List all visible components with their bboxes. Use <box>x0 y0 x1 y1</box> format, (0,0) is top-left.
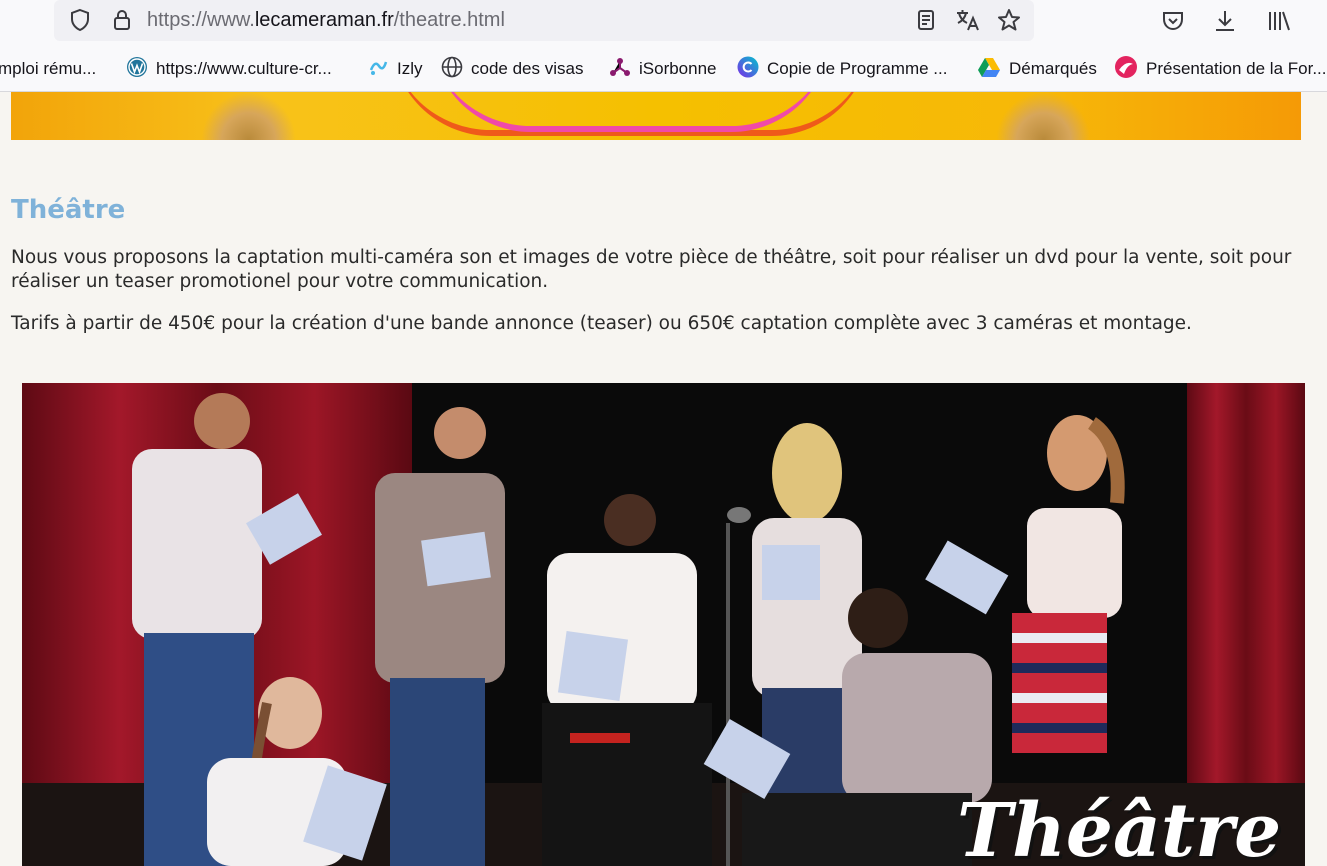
browser-toolbar: https://www.lecameraman.fr/theatre.html <box>0 0 1327 44</box>
download-icon[interactable] <box>1212 8 1238 38</box>
bookmark-label: Présentation de la For... <box>1146 59 1327 78</box>
bookmark-label: mploi rému... <box>0 59 97 78</box>
bookmark-label: Démarqués <box>1009 59 1097 78</box>
lamp-decoration <box>201 92 296 140</box>
theatre-photo: Théâtre <box>22 383 1305 866</box>
bookmark-label: iSorbonne <box>639 59 717 78</box>
bookmark-item[interactable]: code des visas <box>441 56 584 83</box>
bookmark-label: code des visas <box>471 59 584 78</box>
bookmark-label: Izly <box>397 59 423 78</box>
page-title: Théâtre <box>11 195 126 225</box>
bookmark-item[interactable]: Présentation de la For... <box>1114 55 1327 84</box>
globe-icon <box>441 56 463 83</box>
library-icon[interactable] <box>1266 8 1292 38</box>
bookmarks-bar: mploi rému... https://www.culture-cr... … <box>0 44 1327 92</box>
bookmark-label: https://www.culture-cr... <box>156 59 332 78</box>
pink-logo-icon <box>1114 55 1138 84</box>
pocket-icon[interactable] <box>1160 8 1186 38</box>
address-bar[interactable]: https://www.lecameraman.fr/theatre.html <box>54 0 1034 41</box>
bookmark-label: Copie de Programme ... <box>767 59 948 78</box>
url-domain: lecameraman.fr <box>254 9 394 31</box>
shield-icon[interactable] <box>68 8 92 36</box>
izly-icon <box>367 56 389 83</box>
bookmark-item[interactable]: https://www.culture-cr... <box>126 56 332 83</box>
canva-icon <box>737 56 759 83</box>
bookmark-item[interactable]: mploi rému... <box>0 57 96 81</box>
photo-title-text: Théâtre <box>957 788 1282 866</box>
wordpress-icon <box>126 56 148 83</box>
url-text[interactable]: https://www.lecameraman.fr/theatre.html <box>147 9 505 32</box>
pricing-paragraph: Tarifs à partir de 450€ pour la création… <box>11 313 1192 334</box>
bookmark-item[interactable]: Copie de Programme ... <box>737 56 948 83</box>
lamp-decoration <box>996 92 1091 140</box>
reader-view-icon[interactable] <box>914 8 938 36</box>
bookmark-item[interactable]: Izly <box>367 57 423 81</box>
lock-icon[interactable] <box>110 8 134 36</box>
bookmark-item[interactable]: Démarqués <box>977 57 1097 81</box>
google-drive-icon <box>977 56 1001 83</box>
star-icon[interactable] <box>996 7 1022 37</box>
description-paragraph: Nous vous proposons la captation multi-c… <box>11 247 1292 292</box>
translate-icon[interactable] <box>954 7 980 37</box>
isorbonne-icon <box>609 56 631 83</box>
top-banner-image <box>11 92 1301 140</box>
bookmark-item[interactable]: iSorbonne <box>609 57 717 81</box>
